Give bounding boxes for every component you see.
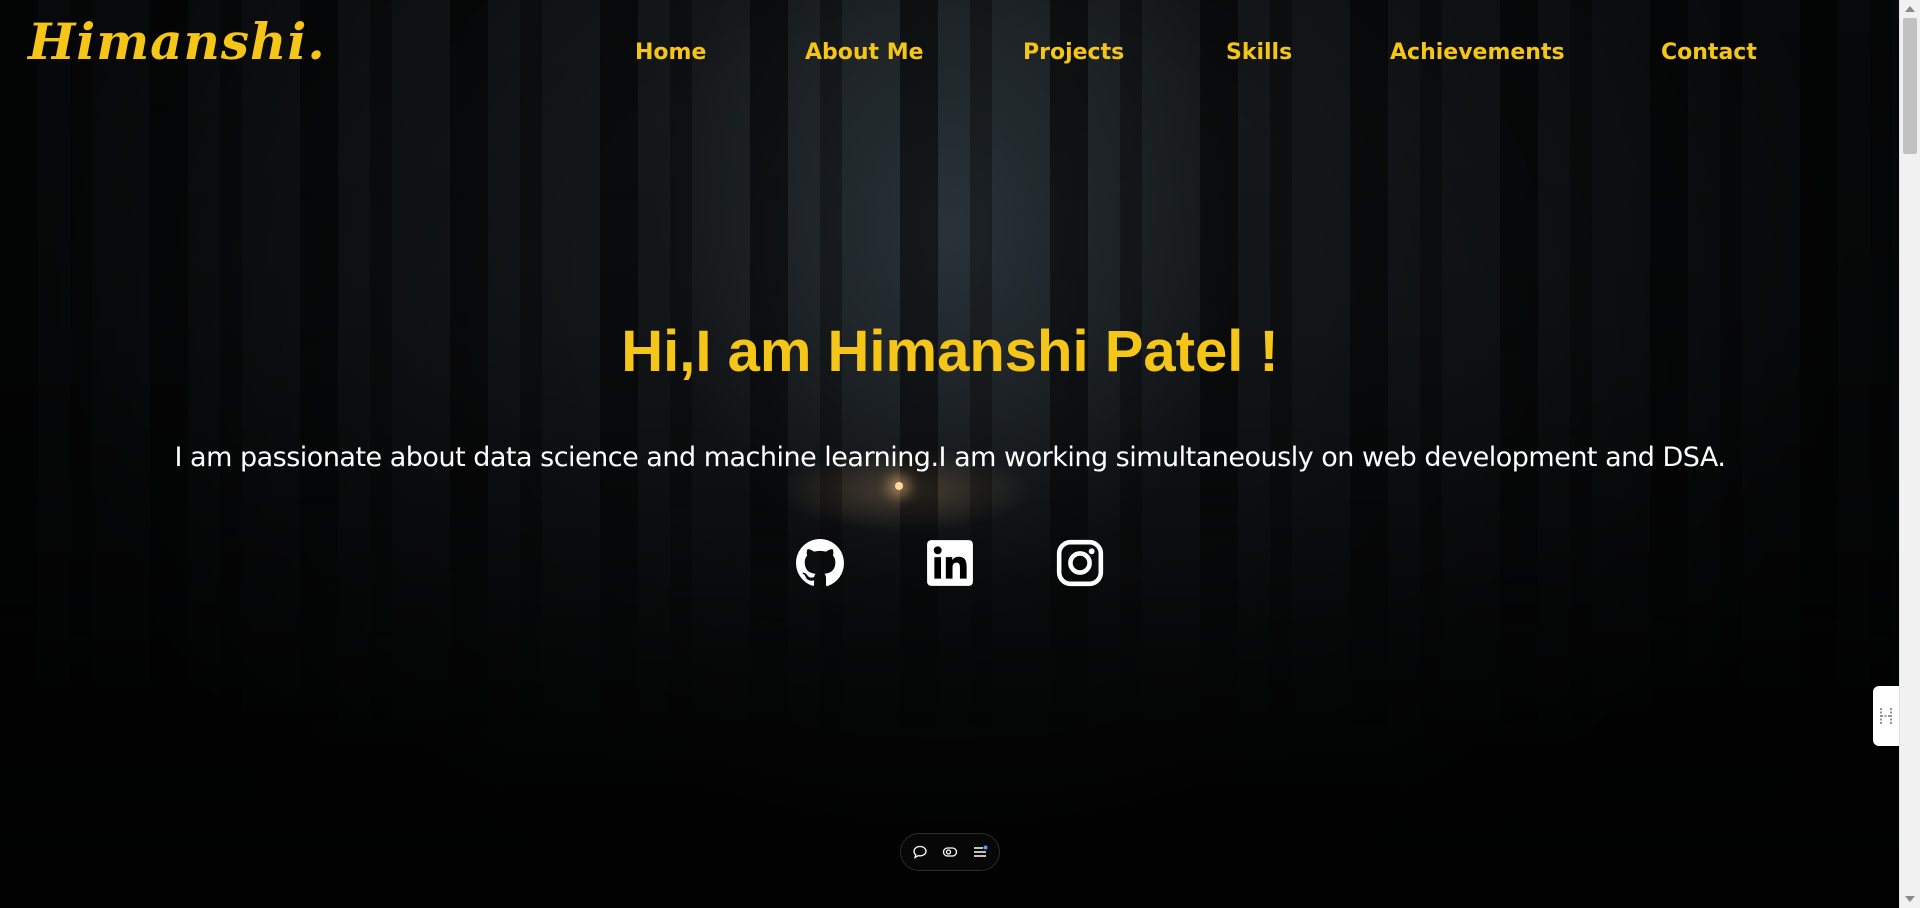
github-icon [796,539,844,587]
page: Himanshi. Home About Me Projects Skills … [0,0,1920,908]
scroll-up-arrow-icon[interactable] [1905,6,1915,12]
nav-link-home[interactable]: Home [635,40,706,65]
instagram-link[interactable] [1055,538,1105,588]
nav-link-achievements[interactable]: Achievements [1390,40,1565,65]
extension-handle-icon [1880,708,1892,724]
hero-subtitle: I am passionate about data science and m… [174,442,1727,473]
list-icon [974,845,988,857]
scroll-thumb[interactable] [1903,18,1917,154]
eye-icon [942,847,958,857]
menu-list-button[interactable] [972,844,988,860]
view-toggle-button[interactable] [942,844,958,860]
nav-link-about[interactable]: About Me [805,40,924,65]
comment-button[interactable] [912,844,928,860]
distant-light [895,482,903,490]
nav-link-contact[interactable]: Contact [1661,40,1757,65]
page-scrollbar[interactable] [1899,0,1920,908]
main-nav: Home About Me Projects Skills Achievemen… [0,40,1900,72]
nav-link-projects[interactable]: Projects [1023,40,1124,65]
hero-title: Hi,I am Himanshi Patel ! [621,319,1279,384]
nav-link-skills[interactable]: Skills [1226,40,1292,65]
linkedin-icon [927,540,973,586]
instagram-icon [1056,539,1104,587]
linkedin-link[interactable] [925,538,975,588]
scroll-down-arrow-icon[interactable] [1905,896,1915,902]
floating-toolbar [900,833,1000,871]
side-panel-tab[interactable] [1873,686,1899,746]
github-link[interactable] [795,538,845,588]
comment-icon [913,845,927,859]
